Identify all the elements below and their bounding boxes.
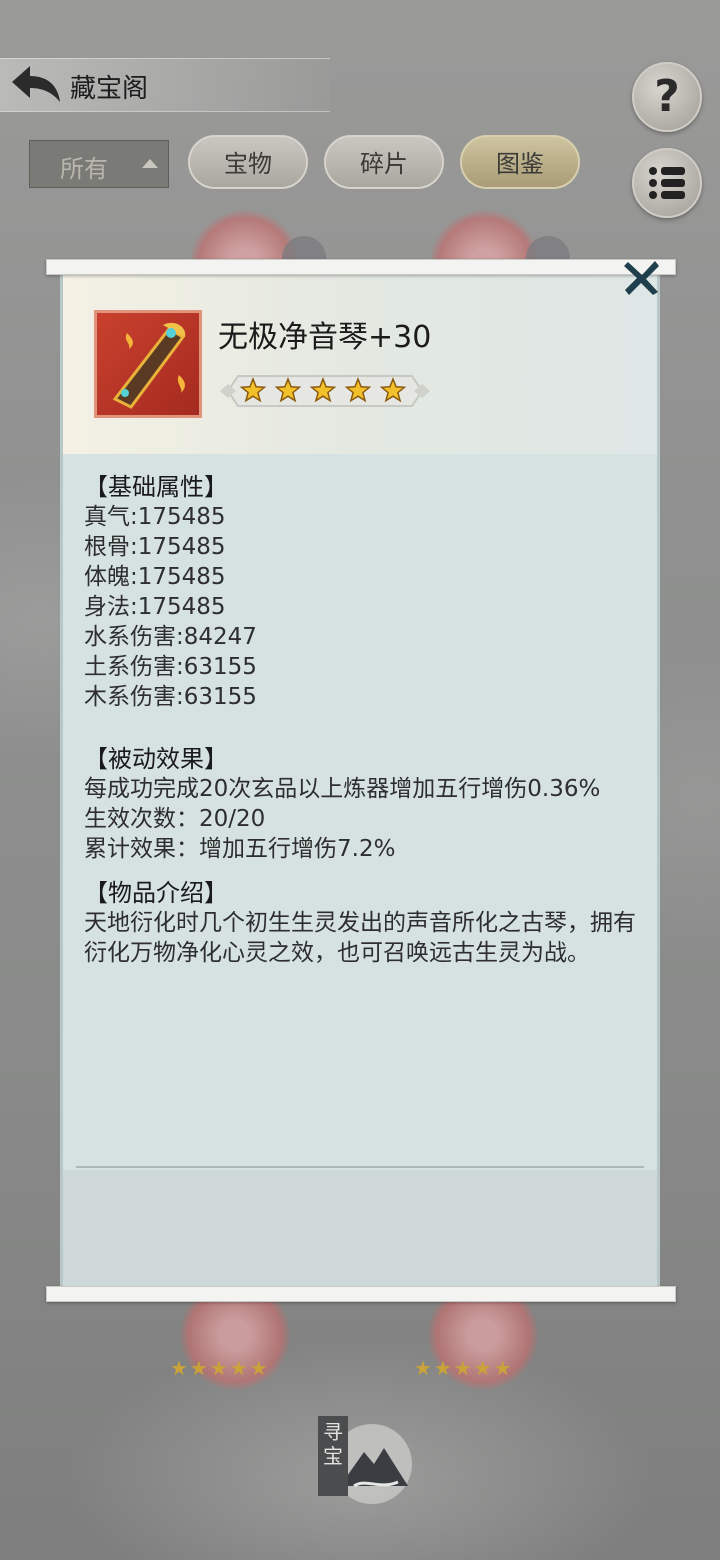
stat-line: 木系伤害:63155: [84, 684, 257, 710]
caret-up-icon: [142, 159, 158, 168]
stat-line: 真气:175485: [84, 504, 226, 530]
help-icon: ?: [654, 71, 680, 122]
page-title: 藏宝阁: [70, 74, 149, 104]
menu-button[interactable]: [632, 148, 702, 218]
tab-fragments[interactable]: 碎片: [324, 135, 444, 189]
back-arrow-icon: [12, 66, 60, 102]
passive-effect-heading: 【被动效果】: [84, 745, 228, 773]
scroll-rod-top: [46, 259, 676, 275]
filter-label: 所有: [60, 155, 108, 183]
back-button[interactable]: [8, 62, 64, 106]
stat-line: 水系伤害:84247: [84, 624, 257, 650]
scroll-rod-bottom: [46, 1286, 676, 1302]
close-button[interactable]: [622, 258, 662, 298]
stat-line: 土系伤害:63155: [84, 654, 257, 680]
help-button[interactable]: ?: [632, 62, 702, 132]
base-attributes-heading: 【基础属性】: [84, 473, 228, 501]
passive-total: 累计效果：增加五行增伤7.2%: [84, 836, 396, 862]
item-details: 【基础属性】 真气:175485 根骨:175485 体魄:175485 身法:…: [84, 472, 644, 968]
item-intro-text: 天地衍化时几个初生生灵发出的声音所化之古琴，拥有衍化万物净化心灵之效，也可召唤远…: [84, 910, 636, 966]
list-icon: [649, 167, 685, 199]
close-icon: [624, 261, 659, 295]
seek-treasure-label: 寻宝: [323, 1420, 343, 1468]
seek-treasure-button[interactable]: 寻宝: [314, 1412, 414, 1508]
star-rating: [220, 370, 430, 412]
grid-item-stars: ★★★★★: [170, 1356, 270, 1380]
stat-line: 身法:175485: [84, 594, 226, 620]
filter-dropdown[interactable]: 所有: [29, 140, 169, 188]
popup-footer: [63, 1170, 657, 1286]
divider: [76, 1166, 644, 1168]
guqin-icon: [112, 322, 186, 409]
tab-treasure[interactable]: 宝物: [188, 135, 308, 189]
item-intro-heading: 【物品介绍】: [84, 879, 228, 907]
stat-line: 体魄:175485: [84, 564, 226, 590]
item-name: 无极净音琴+30: [218, 320, 432, 355]
stat-line: 根骨:175485: [84, 534, 226, 560]
grid-item-stars: ★★★★★: [414, 1356, 514, 1380]
item-icon: [94, 310, 202, 418]
tab-catalog[interactable]: 图鉴: [460, 135, 580, 189]
passive-description: 每成功完成20次玄品以上炼器增加五行增伤0.36%: [84, 776, 601, 802]
passive-count: 生效次数：20/20: [84, 806, 266, 832]
